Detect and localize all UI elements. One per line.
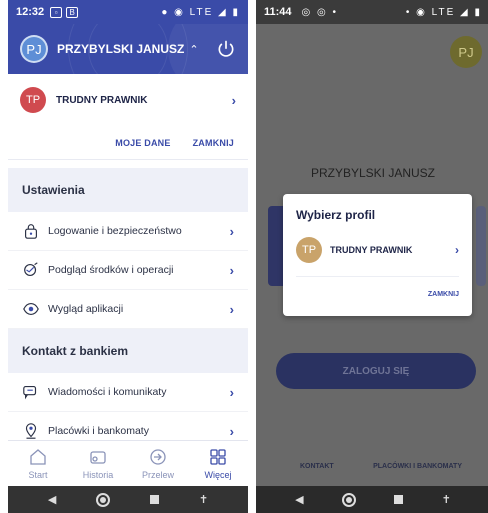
close-button[interactable]: ZAMKNIJ [296,291,459,298]
choose-profile-dialog: Wybierz profil TP TRUDNY PRAWNIK › ZAMKN… [283,194,472,316]
status-notification-icons: ◎ ◎ • [301,6,339,18]
chevron-right-icon: › [455,243,459,257]
chevron-right-icon: › [229,384,234,400]
profile-name: TRUDNY PRAWNIK [56,94,148,106]
network-label: LTE [431,6,456,18]
chevron-right-icon: › [229,223,234,239]
divider [296,276,459,277]
transfer-icon [150,449,166,465]
account-header[interactable]: PJ PRZYBYLSKI JANUSZ ⌃ [8,24,248,74]
status-time: 12:32 [16,6,45,18]
right-screen: 11:44 ◎ ◎ • • ◉ LTE ◢ ▮ PJ PRZYBYLSKI JA… [256,0,488,513]
network-label: LTE [189,6,214,18]
home-icon [30,449,46,465]
system-nav-bar: ◀ ✝ [8,486,248,513]
nav-more[interactable]: Więcej [188,441,248,486]
back-icon[interactable]: ◀ [295,493,303,506]
nav-transfer[interactable]: Przelew [128,441,188,486]
recents-icon[interactable] [394,495,404,504]
profile-option[interactable]: TP TRUDNY PRAWNIK › [296,236,459,264]
location-pin-icon [25,423,37,439]
profile-row[interactable]: TP TRUDNY PRAWNIK › [8,74,248,126]
menu-item-funds-preview[interactable]: Podgląd środków i operacji › [8,251,248,290]
avatar: PJ [20,35,48,63]
footer-links: KONTAKT PLACÓWKI I BANKOMATY [256,446,488,486]
back-icon[interactable]: ◀ [48,493,56,506]
nav-label: Historia [82,470,114,480]
menu-item-app-appearance[interactable]: Wygląd aplikacji › [8,290,248,329]
menu-item-label: Podgląd środków i operacji [48,264,174,276]
status-time: 11:44 [264,6,292,18]
system-nav-bar: ◀ ✝ [256,486,488,513]
bottom-nav: Start Historia Przelew Więcej [8,440,248,486]
chevron-right-icon: › [229,423,234,439]
menu-item-label: Logowanie i bezpieczeństwo [48,225,182,237]
history-icon [90,451,106,464]
recents-icon[interactable] [150,495,160,504]
grid-icon [210,449,226,465]
menu-item-login-security[interactable]: Logowanie i bezpieczeństwo › [8,212,248,251]
menu-item-label: Placówki i bankomaty [48,425,149,437]
nav-label: Więcej [204,470,232,480]
nav-start[interactable]: Start [8,441,68,486]
user-name: PRZYBYLSKI JANUSZ [310,166,436,180]
messages-icon [23,386,37,400]
account-card [476,206,486,286]
lock-icon [25,224,37,239]
header-decoration [88,24,168,74]
eye-preview-icon [24,262,38,276]
accessibility-icon[interactable]: ✝ [199,493,208,506]
menu-item-label: Wygląd aplikacji [48,303,124,315]
chevron-right-icon: › [229,262,234,278]
login-button[interactable]: ZALOGUJ SIĘ [276,353,476,389]
status-icons: • ◉ LTE ◢ ▮ [405,6,482,18]
nav-history[interactable]: Historia [68,441,128,486]
menu-item-label: Wiadomości i komunikaty [48,386,167,398]
section-settings-title: Ustawienia [8,168,248,212]
status-icons: ● ◉ LTE ◢ ▮ [161,6,240,18]
status-bar: 12:32 ▫ B ● ◉ LTE ◢ ▮ [8,0,248,24]
nav-label: Start [28,470,48,480]
profile-actions: MOJE DANE ZAMKNIJ [8,126,248,160]
left-screen: 12:32 ▫ B ● ◉ LTE ◢ ▮ PJ PRZYBYLSKI JANU… [8,0,248,513]
status-bar: 11:44 ◎ ◎ • • ◉ LTE ◢ ▮ [256,0,488,24]
home-button-icon[interactable] [96,492,111,507]
profile-name: TRUDNY PRAWNIK [330,245,413,255]
notification-icon: ▫ [50,6,63,18]
dialog-title: Wybierz profil [296,208,376,222]
eye-icon [23,303,39,315]
my-data-link[interactable]: MOJE DANE [115,138,170,148]
chevron-right-icon: › [229,301,234,317]
nav-label: Przelew [141,470,174,480]
branches-link[interactable]: PLACÓWKI I BANKOMATY [373,463,462,470]
contact-link[interactable]: KONTAKT [300,463,334,470]
home-button-icon[interactable] [341,492,356,507]
avatar[interactable]: PJ [450,36,482,68]
menu-item-messages[interactable]: Wiadomości i komunikaty › [8,373,248,412]
accessibility-icon[interactable]: ✝ [442,493,451,506]
chevron-right-icon: › [231,92,236,108]
app-icon: B [66,6,79,18]
profile-avatar: TP [296,237,322,263]
header-decoration [168,24,248,74]
section-contact-title: Kontakt z bankiem [8,329,248,373]
profile-avatar: TP [20,87,46,113]
close-link[interactable]: ZAMKNIJ [193,138,234,148]
